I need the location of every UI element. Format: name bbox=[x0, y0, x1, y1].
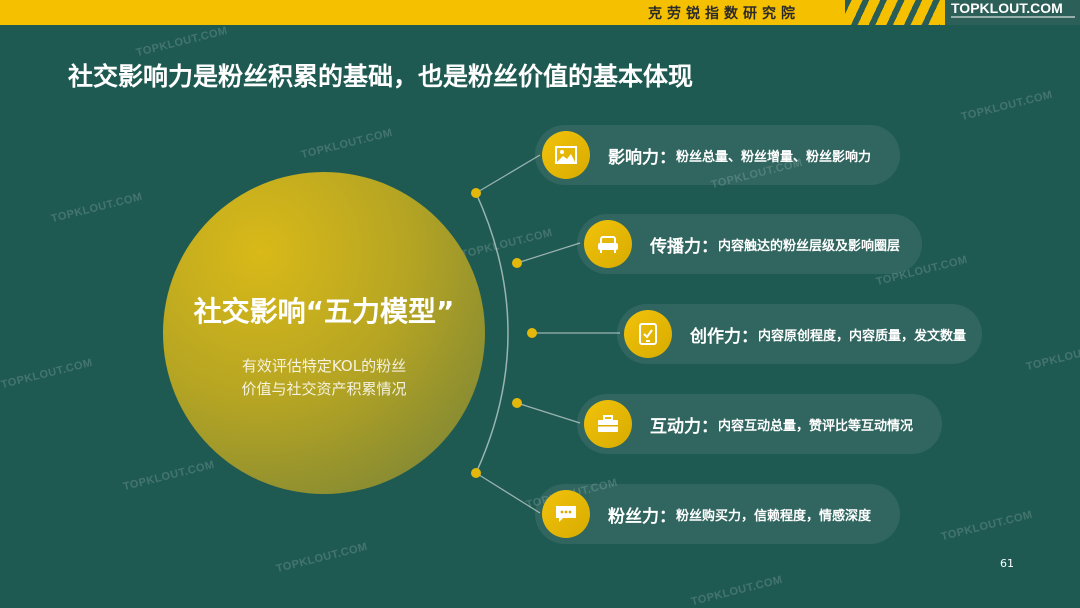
item-spread: 传播力： 内容触达的粉丝层级及影响圈层 bbox=[577, 214, 922, 274]
item-desc: 粉丝总量、粉丝增量、粉丝影响力 bbox=[676, 149, 872, 165]
model-title: 社交影响“五力模型” bbox=[193, 295, 455, 328]
sofa-icon bbox=[584, 220, 632, 268]
tablet-check-icon bbox=[624, 310, 672, 358]
item-label: 创作力： bbox=[690, 326, 758, 347]
item-desc: 内容触达的粉丝层级及影响圈层 bbox=[718, 238, 901, 254]
model-subtitle: 有效评估特定KOL的粉丝 价值与社交资产积累情况 bbox=[163, 355, 485, 401]
item-interaction: 互动力： 内容互动总量，赞评比等互动情况 bbox=[577, 394, 942, 454]
page-number: 61 bbox=[1000, 557, 1014, 570]
briefcase-icon bbox=[584, 400, 632, 448]
item-desc: 内容原创程度，内容质量，发文数量 bbox=[758, 328, 967, 344]
arc-node bbox=[512, 398, 522, 408]
arc-node bbox=[471, 188, 481, 198]
arc-node bbox=[512, 258, 522, 268]
image-icon bbox=[542, 131, 590, 179]
item-label: 传播力： bbox=[650, 236, 718, 257]
item-influence: 影响力： 粉丝总量、粉丝增量、粉丝影响力 bbox=[535, 125, 900, 185]
arc-node bbox=[527, 328, 537, 338]
chat-icon bbox=[542, 490, 590, 538]
item-creation: 创作力： 内容原创程度，内容质量，发文数量 bbox=[617, 304, 982, 364]
item-label: 互动力： bbox=[650, 416, 718, 437]
item-desc: 内容互动总量，赞评比等互动情况 bbox=[718, 418, 914, 434]
item-fans: 粉丝力： 粉丝购买力，信赖程度，情感深度 bbox=[535, 484, 900, 544]
item-label: 粉丝力： bbox=[608, 506, 676, 527]
model-subtitle-line: 有效评估特定KOL的粉丝 bbox=[241, 357, 407, 375]
item-label: 影响力： bbox=[608, 147, 676, 168]
item-desc: 粉丝购买力，信赖程度，情感深度 bbox=[676, 508, 872, 524]
model-circle: 社交影响“五力模型” 有效评估特定KOL的粉丝 价值与社交资产积累情况 bbox=[163, 172, 485, 494]
arc-node bbox=[471, 468, 481, 478]
model-subtitle-line: 价值与社交资产积累情况 bbox=[241, 380, 407, 398]
